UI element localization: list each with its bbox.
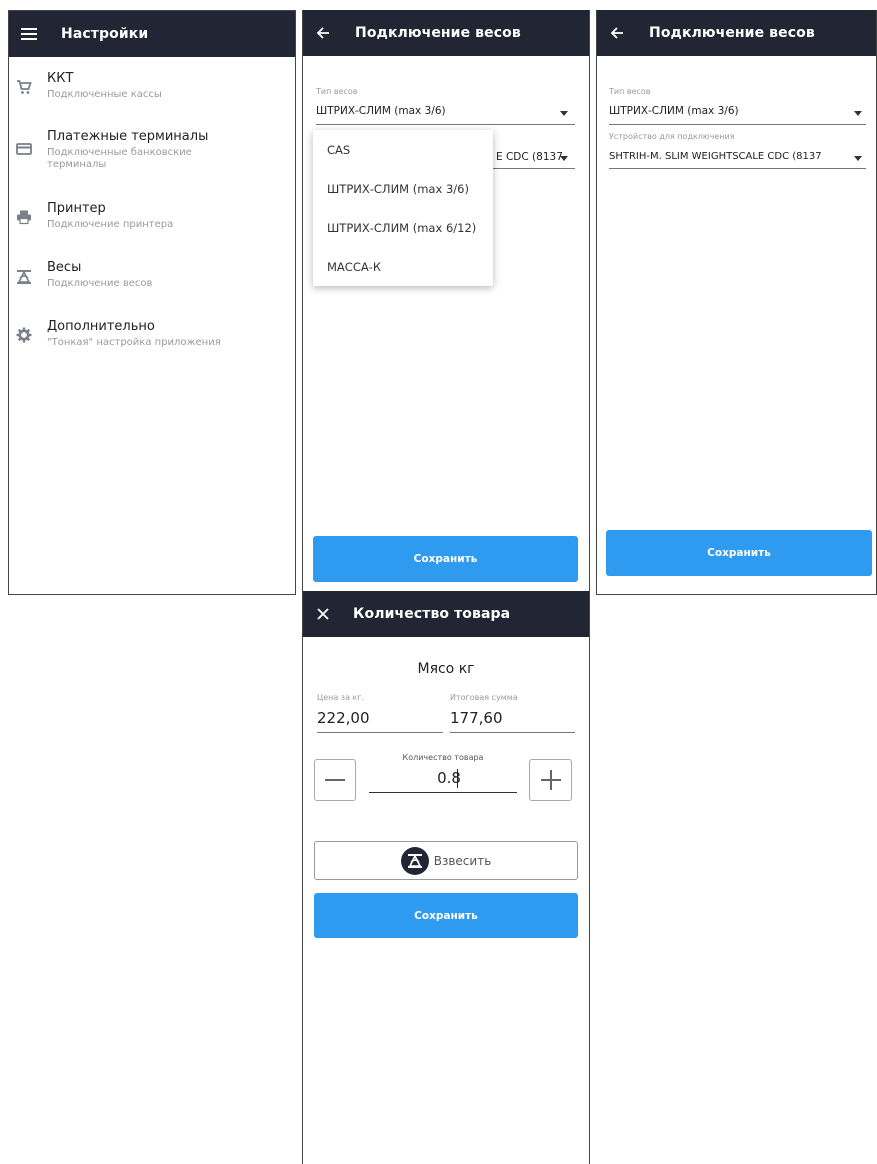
menu-item-title: Платежные терминалы — [47, 129, 209, 144]
menu-item-subtitle: Подключенные банковские терминалы — [47, 147, 192, 170]
increment-button[interactable] — [529, 759, 572, 801]
product-name: Мясо кг — [417, 661, 475, 677]
quantity-input[interactable]: 0.8 — [369, 769, 517, 787]
settings-item-payment-terminals[interactable]: Платежные терминалы Подключенные банковс… — [9, 129, 295, 181]
field-underline — [316, 124, 575, 125]
menu-item-subtitle: Подключение принтера — [47, 219, 174, 230]
field-underline — [609, 124, 866, 125]
scale-type-select[interactable]: ШТРИХ-СЛИМ (max 3/6) — [316, 105, 446, 117]
quantity-appbar: Количество товара — [303, 591, 589, 637]
settings-item-scales[interactable]: Весы Подключение весов — [9, 260, 295, 296]
scale-type-label: Тип весов — [609, 87, 651, 96]
menu-item-subtitle: "Тонкая" настройка приложения — [47, 337, 221, 348]
settings-appbar: Настройки — [9, 11, 295, 57]
weigh-button[interactable]: Взвесить — [314, 841, 578, 880]
cart-icon — [16, 79, 32, 95]
device-select-partial[interactable]: E CDC (8137 — [496, 151, 563, 163]
scale-connection-screen: Подключение весов Тип весов ШТРИХ-СЛИМ (… — [596, 10, 877, 595]
page-title: Количество товара — [353, 606, 511, 622]
menu-item-subtitle: Подключение весов — [47, 278, 153, 289]
settings-screen: Настройки ККТ Подключенные кассы Платежн… — [8, 10, 296, 595]
field-underline — [450, 732, 575, 733]
menu-item-subtitle: Подключенные кассы — [47, 89, 162, 100]
save-button[interactable]: Сохранить — [313, 536, 578, 582]
menu-item-title: Дополнительно — [47, 319, 155, 334]
back-arrow-icon[interactable] — [313, 23, 333, 43]
scale-type-select[interactable]: ШТРИХ-СЛИМ (max 3/6) — [609, 105, 739, 117]
total-input[interactable]: 177,60 — [450, 709, 503, 727]
scale-dropdown-screen: Подключение весов Тип весов ШТРИХ-СЛИМ (… — [302, 10, 590, 595]
dropdown-caret-icon — [854, 111, 862, 116]
quantity-screen: Количество товара Мясо кг Цена за кг. 22… — [302, 591, 590, 1164]
total-label: Итоговая сумма — [450, 693, 518, 702]
scale-icon — [16, 269, 32, 285]
scale-appbar: Подключение весов — [597, 10, 876, 56]
field-underline — [369, 792, 517, 793]
text-cursor — [457, 769, 458, 788]
field-underline — [609, 168, 866, 169]
dropdown-option-cas[interactable]: CAS — [327, 143, 350, 157]
dropdown-option-massa-k[interactable]: МАССА-К — [327, 260, 381, 274]
dropdown-caret-icon — [560, 156, 568, 161]
save-button[interactable]: Сохранить — [606, 530, 872, 576]
back-arrow-icon[interactable] — [607, 23, 627, 43]
dropdown-option-shtrih-3-6[interactable]: ШТРИХ-СЛИМ (max 3/6) — [327, 182, 469, 196]
device-label: Устройство для подключения — [609, 132, 735, 141]
save-button[interactable]: Сохранить — [314, 893, 578, 938]
page-title: Настройки — [61, 26, 149, 42]
menu-item-title: ККТ — [47, 71, 74, 86]
page-title: Подключение весов — [355, 25, 521, 41]
device-select[interactable]: SHTRIH-M. SLIM WEIGHTSCALE CDC (8137 — [609, 151, 849, 162]
settings-item-kkt[interactable]: ККТ Подключенные кассы — [9, 69, 295, 109]
quantity-label: Количество товара — [402, 753, 484, 762]
gear-icon — [16, 327, 32, 343]
card-icon — [16, 141, 32, 157]
field-underline — [317, 732, 443, 733]
close-icon[interactable] — [313, 604, 333, 624]
printer-icon — [16, 209, 32, 225]
price-label: Цена за кг. — [317, 693, 365, 702]
page-title: Подключение весов — [649, 25, 815, 41]
dropdown-option-shtrih-6-12[interactable]: ШТРИХ-СЛИМ (max 6/12) — [327, 221, 476, 235]
menu-item-title: Весы — [47, 260, 82, 275]
dropdown-caret-icon — [854, 156, 862, 161]
scale-icon — [400, 846, 429, 875]
plus-icon-vertical — [550, 770, 552, 790]
minus-icon — [325, 779, 345, 781]
scale-appbar: Подключение весов — [303, 10, 589, 56]
menu-item-title: Принтер — [47, 201, 106, 216]
weigh-button-label: Взвесить — [433, 853, 492, 868]
price-input[interactable]: 222,00 — [317, 709, 370, 727]
scale-type-label: Тип весов — [316, 87, 358, 96]
decrement-button[interactable] — [314, 759, 356, 801]
scale-type-dropdown-menu: CAS ШТРИХ-СЛИМ (max 3/6) ШТРИХ-СЛИМ (max… — [313, 130, 493, 286]
dropdown-caret-icon — [560, 111, 568, 116]
menu-icon[interactable] — [19, 24, 39, 44]
settings-item-additional[interactable]: Дополнительно "Тонкая" настройка приложе… — [9, 319, 295, 355]
settings-item-printer[interactable]: Принтер Подключение принтера — [9, 201, 295, 237]
